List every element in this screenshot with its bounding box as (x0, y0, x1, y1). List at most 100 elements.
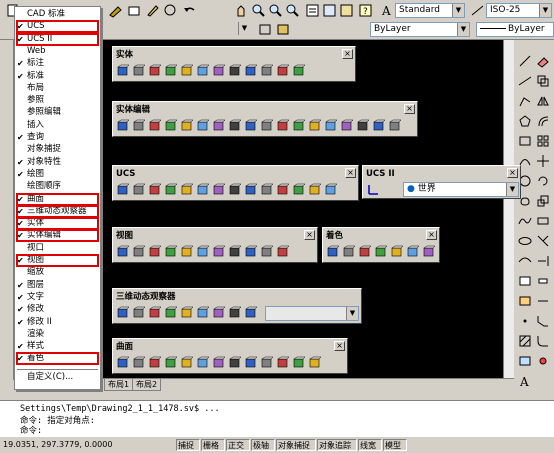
menu-item[interactable]: ✔ 修改 (15, 304, 100, 315)
text-style-select[interactable]: Standard ▼ (395, 3, 465, 18)
toolbar-button-icon[interactable] (116, 356, 130, 370)
toolbar-button-icon[interactable] (422, 245, 436, 259)
toolbar-button-icon[interactable] (260, 183, 274, 197)
menu-item[interactable]: ✔Web (15, 46, 100, 57)
scale-icon[interactable] (536, 194, 550, 208)
ellipse-icon[interactable] (518, 234, 532, 248)
chevron-down-icon[interactable]: ▼ (238, 22, 250, 35)
toolbar-button-icon[interactable] (148, 245, 162, 259)
array-icon[interactable] (536, 134, 550, 148)
toolbar-button-icon[interactable] (164, 356, 178, 370)
status-toggle-button[interactable]: 栅格 (201, 439, 225, 451)
menu-item[interactable]: ✔参照编辑 (15, 107, 100, 118)
toolbar-button-icon[interactable] (196, 119, 210, 133)
toolbar-button-icon[interactable] (276, 356, 290, 370)
toolbar-button-icon[interactable] (372, 119, 386, 133)
undo-icon[interactable] (182, 3, 197, 18)
toolbar-button-icon[interactable] (116, 306, 130, 320)
pan-icon[interactable] (234, 3, 249, 18)
close-icon[interactable]: × (345, 168, 356, 178)
command-window[interactable]: Settings\Temp\Drawing2_1_1_1478.sv$ ... … (0, 400, 554, 436)
status-toggle-button[interactable]: 正交 (226, 439, 250, 451)
toolbar-button-icon[interactable] (132, 119, 146, 133)
toolbar-button-icon[interactable] (244, 119, 258, 133)
toolbar-button-icon[interactable] (180, 245, 194, 259)
toolbar-button-icon[interactable] (228, 306, 242, 320)
chevron-down-icon[interactable]: ▼ (346, 307, 358, 320)
toolbar-button-icon[interactable] (212, 64, 226, 78)
point-icon[interactable] (518, 314, 532, 328)
chamfer-icon[interactable] (536, 314, 550, 328)
extend-icon[interactable] (536, 254, 550, 268)
toolbar-button-icon[interactable] (326, 245, 340, 259)
close-icon[interactable]: × (507, 168, 518, 178)
explode-icon[interactable] (536, 354, 550, 368)
spline-icon[interactable] (518, 214, 532, 228)
vertical-scrollbar[interactable] (503, 40, 514, 378)
toolbar-ucs[interactable]: UCS × (112, 165, 359, 201)
menu-item[interactable]: ✔ 标注 (15, 58, 100, 69)
toolbar-button-icon[interactable] (132, 306, 146, 320)
toolbar-button-icon[interactable] (228, 64, 242, 78)
status-toggle-button[interactable]: 极轴 (251, 439, 275, 451)
toolbar-surface[interactable]: 曲面 × (112, 338, 348, 374)
move-icon[interactable] (536, 154, 550, 168)
toolbar-button-icon[interactable] (308, 183, 322, 197)
toolbar-button-icon[interactable] (196, 64, 210, 78)
line-icon[interactable] (518, 54, 532, 68)
toolbar-button-icon[interactable] (212, 306, 226, 320)
menu-item[interactable]: ✔ 查询 (15, 132, 100, 143)
toolbar-button-icon[interactable] (148, 356, 162, 370)
toolbar-button-icon[interactable] (244, 64, 258, 78)
toolbar-button-icon[interactable] (132, 64, 146, 78)
toolbar-button-icon[interactable] (212, 356, 226, 370)
insert-block-icon[interactable] (518, 274, 532, 288)
toolbar-button-icon[interactable] (148, 64, 162, 78)
menu-item[interactable]: ✔ 图层 (15, 280, 100, 291)
toolbar-button-icon[interactable] (244, 306, 258, 320)
join-icon[interactable] (536, 294, 550, 308)
mirror-icon[interactable] (536, 94, 550, 108)
close-icon[interactable]: × (426, 230, 437, 240)
dim-style-select[interactable]: ISO-25 ▼ (486, 3, 552, 18)
toolbar-button-icon[interactable] (356, 119, 370, 133)
toolbar-ucs-ii[interactable]: UCS II × ● 世界 ▼ (362, 165, 521, 199)
menu-item[interactable]: ✔视口 (15, 243, 100, 254)
toolbar-button-icon[interactable] (132, 245, 146, 259)
toolbar-button-icon[interactable] (132, 356, 146, 370)
linetype-select[interactable]: ByLayer ▼ (370, 22, 470, 37)
properties-icon[interactable] (305, 3, 320, 18)
menu-item[interactable]: ✔渲染 (15, 329, 100, 340)
toolbar-button-icon[interactable] (164, 64, 178, 78)
region-icon[interactable] (518, 354, 532, 368)
color-control-icon[interactable] (258, 22, 273, 37)
menu-item[interactable]: ✔插入 (15, 120, 100, 131)
zoom-realtime-icon[interactable] (251, 3, 266, 18)
toolbar-button-icon[interactable] (212, 119, 226, 133)
chevron-down-icon[interactable]: ▼ (506, 183, 518, 196)
menu-item[interactable]: ✔布局 (15, 83, 100, 94)
zoom-window-icon[interactable] (268, 3, 283, 18)
lineweight-select[interactable]: ByLayer (476, 22, 554, 37)
toolbar-button-icon[interactable] (358, 245, 372, 259)
hatch-icon[interactable] (518, 334, 532, 348)
toolbar-button-icon[interactable] (228, 119, 242, 133)
toolbar-button-icon[interactable] (276, 119, 290, 133)
toolbar-button-icon[interactable] (342, 245, 356, 259)
layer-previous-icon[interactable] (276, 22, 291, 37)
tab-layout1[interactable]: 布局1 (104, 379, 134, 391)
toolbar-button-icon[interactable] (390, 245, 404, 259)
toolbar-button-icon[interactable] (244, 183, 258, 197)
menu-item[interactable]: ✔自定义(C)... (15, 372, 100, 383)
ucs-manager-icon[interactable] (367, 182, 381, 196)
construction-line-icon[interactable] (518, 74, 532, 88)
toolbar-shade[interactable]: 着色 × (322, 227, 440, 263)
toolbar-button-icon[interactable] (148, 306, 162, 320)
pencil-icon[interactable] (145, 3, 160, 18)
help-icon[interactable]: ? (358, 3, 373, 18)
toolbar-button-icon[interactable] (308, 119, 322, 133)
toolbar-button-icon[interactable] (276, 64, 290, 78)
toolbar-button-icon[interactable] (148, 183, 162, 197)
status-toggle-button[interactable]: 对象追踪 (317, 439, 357, 451)
tool-palette-icon[interactable] (339, 3, 354, 18)
